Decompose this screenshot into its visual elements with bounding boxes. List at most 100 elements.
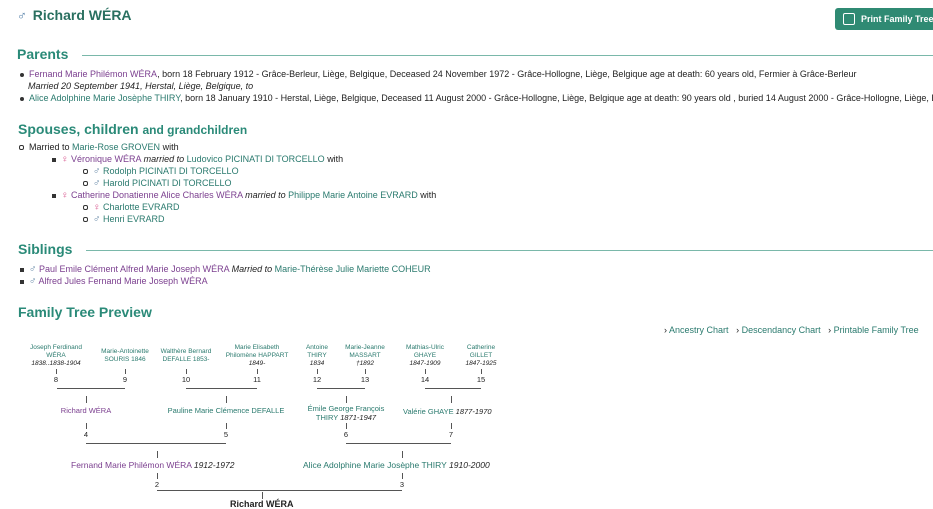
bullet	[52, 193, 56, 198]
tree-node: Richard WÉRA	[40, 407, 132, 415]
tree-node-name[interactable]: Marie-Jeanne	[345, 344, 385, 351]
tree-node-number: 9	[122, 375, 128, 384]
tree-connector	[481, 369, 482, 374]
tree-node-name[interactable]: GHAYE	[414, 352, 436, 359]
grandchild-link[interactable]: Henri EVRARD	[103, 214, 165, 224]
chevron-right-icon: ›	[736, 325, 740, 335]
tree-node-dates: 1834	[309, 360, 325, 367]
tree-node-name[interactable]: Richard WÉRA	[61, 406, 111, 415]
child-spouse-link[interactable]: Ludovico PICINATI DI TORCELLO	[187, 154, 325, 164]
tree-node-name[interactable]: Marie Elisabeth	[235, 344, 280, 351]
tree-node-name[interactable]: THIRY	[307, 352, 326, 359]
siblings-heading: Siblings	[18, 241, 73, 257]
tree-node-name[interactable]: Catherine	[467, 344, 495, 351]
tree-node-number: 7	[448, 430, 454, 439]
male-icon: ♂	[93, 166, 101, 177]
printable-tree-link[interactable]: Printable Family Tree	[834, 325, 919, 335]
mother-details: , born 18 January 1910 - Herstal, Liège,…	[180, 93, 933, 103]
sibling-link[interactable]: Paul Emile Clément Alfred Marie Joseph W…	[39, 264, 229, 274]
bullet	[19, 145, 24, 151]
mother-entry: Alice Adolphine Marie Josèphe THIRY, bor…	[20, 93, 933, 103]
tree-node-number: 10	[181, 375, 191, 384]
tree-node-dates: 1847-1925	[465, 360, 497, 367]
male-icon: ♂	[93, 178, 101, 189]
tree-connector	[346, 443, 451, 444]
tree-node-name[interactable]: Antoine	[306, 344, 328, 351]
tree-node-name[interactable]: SOURIS 1846	[104, 356, 145, 363]
tree-node-name[interactable]: Philomène HAPPART	[226, 352, 289, 359]
bullet	[20, 267, 24, 272]
tree-node-name[interactable]: WÉRA	[46, 352, 66, 359]
tree-node-name[interactable]: Pauline Marie Clémence DEFALLE	[168, 406, 285, 415]
tree-connector	[425, 388, 481, 389]
page-title: ♂ Richard WÉRA	[17, 7, 132, 23]
spouse-link[interactable]: Marie-Rose GROVEN	[72, 142, 160, 152]
child-link[interactable]: Véronique WÉRA	[71, 154, 141, 164]
tree-node-name[interactable]: Valérie GHAYE	[403, 407, 454, 416]
tree-node-dates: 1912-1972	[193, 460, 235, 470]
tree-connector	[317, 388, 365, 389]
tree-node: Émile George François THIRY 1871-1947	[298, 404, 394, 422]
section-divider	[86, 250, 933, 251]
tree-node: Catherine GILLET 1847-1925	[456, 344, 506, 368]
tree-connector	[186, 369, 187, 374]
ancestry-chart-link[interactable]: Ancestry Chart	[669, 325, 729, 335]
tree-links: › Ancestry Chart › Descendancy Chart › P…	[664, 325, 919, 335]
male-icon: ♂	[29, 276, 37, 287]
bullet	[52, 157, 56, 162]
tree-node-name[interactable]: DEFALLE 1853-	[163, 356, 210, 363]
child-entry: ♀ Véronique WÉRA married to Ludovico PIC…	[52, 154, 343, 165]
sibling-spouse-link[interactable]: Marie-Thérèse Julie Mariette COHEUR	[275, 264, 431, 274]
tree-connector	[425, 369, 426, 374]
bullet	[83, 181, 88, 187]
grandchild-link[interactable]: Harold PICINATI DI TORCELLO	[103, 178, 232, 188]
tree-node: Alice Adolphine Marie Josèphe THIRY 1910…	[303, 460, 490, 470]
tree-node-dates: 1847-1909	[409, 360, 441, 367]
tree-node: Joseph Ferdinand WÉRA 1838..1838-1904	[22, 344, 90, 368]
mother-link[interactable]: Alice Adolphine Marie Josèphe THIRY	[29, 93, 180, 103]
spouses-heading: Spouses, children and grandchildren	[18, 121, 247, 137]
print-family-tree-button[interactable]: Print Family Tree	[835, 8, 933, 30]
tree-node-number: 11	[253, 375, 261, 384]
grandchild-link[interactable]: Rodolph PICINATI DI TORCELLO	[103, 166, 239, 176]
tree-node-dates: 1849-	[248, 360, 266, 367]
tree-node-name[interactable]: Alice Adolphine Marie Josèphe THIRY	[303, 460, 447, 470]
tree-node-number: 13	[360, 375, 370, 384]
child-spouse-link[interactable]: Philippe Marie Antoine EVRARD	[288, 190, 418, 200]
marriage-info: Married 20 September 1941, Herstal, Lièg…	[28, 81, 254, 91]
tree-node: Pauline Marie Clémence DEFALLE	[160, 407, 292, 415]
tree-node-name[interactable]: GILLET	[470, 352, 492, 359]
descendancy-chart-link[interactable]: Descendancy Chart	[742, 325, 821, 335]
tree-node-number: 2	[154, 480, 160, 489]
tree-connector	[451, 423, 452, 429]
tree-connector	[346, 423, 347, 429]
spouses-heading-main: Spouses, children	[18, 121, 139, 137]
tree-connector	[86, 396, 87, 403]
tree-node-name[interactable]: Mathias-Ulric	[406, 344, 444, 351]
tree-node-name[interactable]: Joseph Ferdinand	[30, 344, 82, 351]
tree-node-name[interactable]: Marie-Antoinette	[101, 348, 149, 355]
tree-node-number: 6	[343, 430, 349, 439]
tree-node: Mathias-Ulric GHAYE 1847-1909	[398, 344, 452, 368]
grandchild-link[interactable]: Charlotte EVRARD	[103, 202, 180, 212]
tree-node-name[interactable]: Fernand Marie Philémon WÉRA	[71, 460, 191, 470]
with-label: with	[327, 154, 344, 164]
spouses-heading-small: and grandchildren	[142, 123, 248, 137]
tree-connector	[157, 451, 158, 458]
with-label: with	[162, 142, 179, 152]
tree-connector	[226, 396, 227, 403]
print-button-label: Print Family Tree	[861, 14, 933, 24]
female-icon: ♀	[61, 190, 69, 201]
tree-connector	[451, 396, 452, 403]
tree-node-name[interactable]: Walthère Bernard	[161, 348, 212, 355]
tree-connector	[365, 369, 366, 374]
tree-node-name[interactable]: MASSART	[349, 352, 380, 359]
tree-connector	[257, 369, 258, 374]
tree-node-number: 8	[53, 375, 59, 384]
father-link[interactable]: Fernand Marie Philémon WÉRA	[29, 69, 157, 79]
tree-node-dates: 1877-1970	[455, 407, 492, 416]
tree-node-number: 4	[83, 430, 89, 439]
female-icon: ♀	[93, 202, 101, 213]
sibling-link[interactable]: Alfred Jules Fernand Marie Joseph WÉRA	[39, 276, 208, 286]
child-link[interactable]: Catherine Donatienne Alice Charles WÉRA	[71, 190, 243, 200]
